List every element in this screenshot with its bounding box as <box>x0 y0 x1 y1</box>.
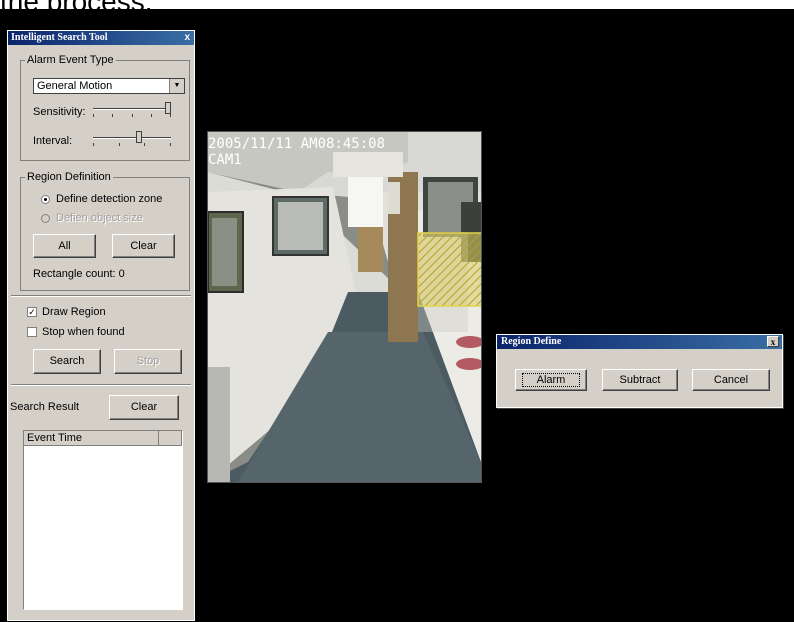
separator <box>11 295 191 297</box>
search-result-label: Search Result <box>10 401 80 413</box>
close-icon[interactable]: x <box>767 336 779 347</box>
event-time-column-header[interactable]: Event Time <box>24 431 159 445</box>
camera-label: CAM1 <box>208 152 242 168</box>
event-list-header: Event Time <box>24 431 182 446</box>
sensitivity-label: Sensitivity: <box>33 106 86 118</box>
region-definition-legend: Region Definition <box>27 171 111 183</box>
all-button[interactable]: All <box>33 234 96 258</box>
separator <box>11 384 191 386</box>
define-zone-radio[interactable] <box>41 195 50 204</box>
close-icon[interactable]: x <box>184 31 190 45</box>
draw-region-label: Draw Region <box>42 306 106 318</box>
interval-label: Interval: <box>33 135 73 147</box>
sensitivity-slider-thumb[interactable] <box>165 102 171 114</box>
alarm-event-type-legend: Alarm Event Type <box>27 54 114 66</box>
subtract-button[interactable]: Subtract <box>602 369 678 391</box>
sensitivity-slider[interactable] <box>93 102 171 118</box>
rectangle-count: Rectangle count: 0 <box>33 268 125 280</box>
event-list[interactable]: Event Time <box>23 430 183 610</box>
cancel-button[interactable]: Cancel <box>692 369 770 391</box>
define-zone-label: Define detection zone <box>56 193 163 205</box>
region-define-dialog: Region Define x Alarm Subtract Cancel <box>496 334 783 408</box>
clear-region-button[interactable]: Clear <box>112 234 175 258</box>
video-timestamp: 2005/11/11 AM08:45:08 <box>208 136 386 152</box>
tool-titlebar[interactable]: Intelligent Search Tool x <box>8 31 194 45</box>
stop-button[interactable]: Stop <box>114 349 182 374</box>
camera-video-feed[interactable]: 2005/11/11 AM08:45:08 CAM1 <box>207 131 482 483</box>
region-define-title: Region Define <box>501 336 562 347</box>
region-define-titlebar[interactable]: Region Define x <box>497 335 782 349</box>
clear-results-button[interactable]: Clear <box>109 395 179 420</box>
blank-column-header <box>159 431 182 445</box>
define-size-radio[interactable] <box>41 214 50 223</box>
interval-slider[interactable] <box>93 131 171 147</box>
stop-when-found-label: Stop when found <box>42 326 125 338</box>
tool-title: Intelligent Search Tool <box>11 32 108 43</box>
event-type-select[interactable]: General Motion ▼ <box>33 78 185 94</box>
alarm-button[interactable]: Alarm <box>515 369 587 391</box>
search-button[interactable]: Search <box>33 349 101 374</box>
interval-slider-thumb[interactable] <box>136 131 142 143</box>
event-type-value: General Motion <box>37 80 113 92</box>
corridor-image <box>208 132 481 482</box>
draw-region-checkbox[interactable]: ✓ <box>27 307 37 317</box>
stop-when-found-checkbox[interactable] <box>27 327 37 337</box>
chevron-down-icon[interactable]: ▼ <box>169 79 184 93</box>
define-size-label: Defien object size <box>56 212 143 224</box>
